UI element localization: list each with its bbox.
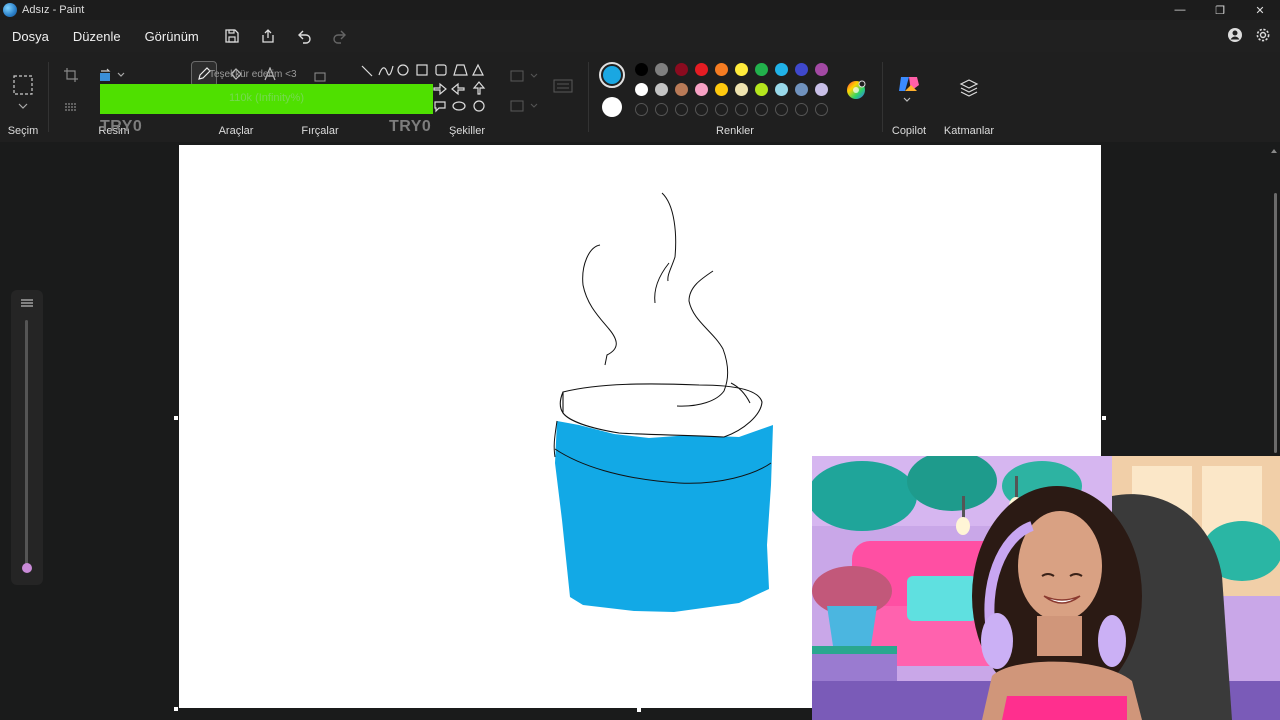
undo-icon[interactable] xyxy=(289,22,319,50)
resize-icon[interactable] xyxy=(62,98,80,116)
custom-color-slot[interactable] xyxy=(655,103,668,116)
stream-watermark-left: TRY0 xyxy=(100,118,143,135)
menu-file[interactable]: Dosya xyxy=(0,22,61,50)
palette-color-swatch[interactable] xyxy=(795,83,808,96)
palette-color-swatch[interactable] xyxy=(695,83,708,96)
custom-color-slot[interactable] xyxy=(695,103,708,116)
palette-color-swatch[interactable] xyxy=(735,83,748,96)
custom-color-slot[interactable] xyxy=(715,103,728,116)
share-icon[interactable] xyxy=(253,22,283,50)
ribbon-divider xyxy=(882,62,883,132)
rotate-icon[interactable] xyxy=(96,66,128,84)
brush-size-slider[interactable] xyxy=(25,320,28,570)
menu-view[interactable]: Görünüm xyxy=(133,22,211,50)
account-icon[interactable] xyxy=(1224,24,1246,46)
brushes-group-label: Fırçalar xyxy=(301,125,339,137)
redo-icon[interactable] xyxy=(325,22,355,50)
custom-color-slot[interactable] xyxy=(815,103,828,116)
tools-group-label: Araçlar xyxy=(218,125,254,137)
palette-color-swatch[interactable] xyxy=(755,63,768,76)
ribbon: Seçim Resim Araçlar Fırçalar 110k (Infin… xyxy=(0,52,1280,142)
custom-color-slot[interactable] xyxy=(795,103,808,116)
secondary-color-swatch[interactable] xyxy=(602,97,622,117)
vertical-scrollbar-thumb[interactable] xyxy=(1274,193,1277,453)
paint-app-icon xyxy=(3,3,17,17)
palette-color-swatch[interactable] xyxy=(635,63,648,76)
color-wheel-icon[interactable] xyxy=(844,78,868,102)
ribbon-divider xyxy=(48,62,49,132)
palette-color-swatch[interactable] xyxy=(715,83,728,96)
title-bar: Adsız - Paint — ❐ ✕ xyxy=(0,0,1280,20)
custom-color-slot[interactable] xyxy=(675,103,688,116)
palette-color-swatch[interactable] xyxy=(695,63,708,76)
custom-color-slot[interactable] xyxy=(755,103,768,116)
custom-color-slot[interactable] xyxy=(775,103,788,116)
palette-color-swatch[interactable] xyxy=(815,83,828,96)
brush-size-icon xyxy=(21,299,33,307)
shapes-gallery[interactable] xyxy=(358,62,488,122)
menu-edit[interactable]: Düzenle xyxy=(61,22,133,50)
palette-color-swatch[interactable] xyxy=(735,63,748,76)
palette-color-swatch[interactable] xyxy=(675,83,688,96)
window-title: Adsız - Paint xyxy=(22,4,85,16)
colors-group-label: Renkler xyxy=(716,125,754,137)
primary-color-swatch[interactable] xyxy=(599,62,625,88)
ribbon-divider xyxy=(588,62,589,132)
crop-icon[interactable] xyxy=(62,66,80,84)
stroke-size-icon[interactable] xyxy=(549,76,577,96)
fill-dropdown[interactable] xyxy=(507,96,543,116)
outline-dropdown[interactable] xyxy=(507,66,543,86)
custom-color-slot[interactable] xyxy=(635,103,648,116)
palette-color-swatch[interactable] xyxy=(715,63,728,76)
palette-color-swatch[interactable] xyxy=(655,63,668,76)
palette-color-swatch[interactable] xyxy=(675,63,688,76)
close-button[interactable]: ✕ xyxy=(1240,0,1280,20)
save-icon[interactable] xyxy=(217,22,247,50)
palette-color-swatch[interactable] xyxy=(775,63,788,76)
palette-color-swatch[interactable] xyxy=(635,83,648,96)
copilot-group-label: Copilot xyxy=(891,125,927,137)
restore-button[interactable]: ❐ xyxy=(1200,0,1240,20)
palette-color-swatch[interactable] xyxy=(815,63,828,76)
layers-group-label: Katmanlar xyxy=(943,125,995,137)
canvas-resize-handle-left[interactable] xyxy=(174,416,178,420)
copilot-icon[interactable] xyxy=(896,72,922,106)
stream-thanks-text: Teşekkür ederim <3 xyxy=(209,69,297,80)
palette-color-swatch[interactable] xyxy=(775,83,788,96)
custom-color-slot[interactable] xyxy=(735,103,748,116)
selection-tool[interactable] xyxy=(6,64,40,120)
palette-color-swatch[interactable] xyxy=(755,83,768,96)
palette-color-swatch[interactable] xyxy=(795,63,808,76)
canvas-resize-handle-right[interactable] xyxy=(1102,416,1106,420)
canvas-resize-handle-corner[interactable] xyxy=(174,707,178,711)
menu-bar: Dosya Düzenle Görünüm xyxy=(0,20,1280,52)
brush-size-slider-thumb[interactable] xyxy=(22,563,32,573)
layers-icon[interactable] xyxy=(957,76,981,100)
canvas-resize-handle-bottom[interactable] xyxy=(637,708,641,712)
palette-color-swatch[interactable] xyxy=(655,83,668,96)
shapes-group-label: Şekiller xyxy=(448,125,486,137)
streamer-webcam-overlay xyxy=(812,456,1280,720)
minimize-button[interactable]: — xyxy=(1160,0,1200,20)
settings-gear-icon[interactable] xyxy=(1252,24,1274,46)
selection-group-label: Seçim xyxy=(7,125,39,137)
